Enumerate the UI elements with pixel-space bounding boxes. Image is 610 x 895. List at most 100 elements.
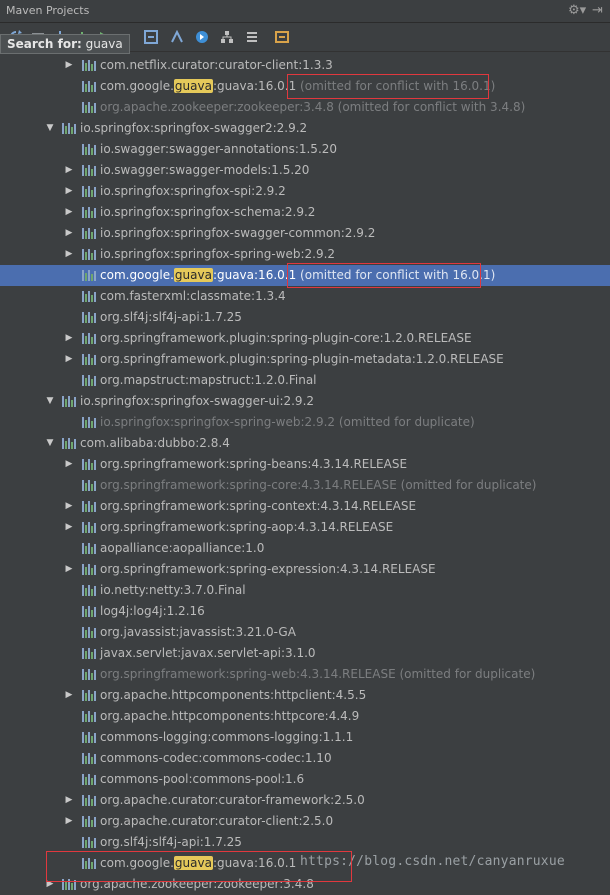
tree-node[interactable]: org.springframework:spring-web:4.3.14.RE… xyxy=(0,664,610,685)
collapse-all-icon[interactable] xyxy=(244,29,260,45)
tree-node[interactable]: commons-codec:commons-codec:1.10 xyxy=(0,748,610,769)
chevron-down-icon[interactable]: ▼ xyxy=(44,433,56,454)
tree-node-label: org.springframework:spring-web:4.3.14.RE… xyxy=(100,667,536,681)
library-icon xyxy=(82,585,96,596)
tree-node[interactable]: org.springframework:spring-core:4.3.14.R… xyxy=(0,475,610,496)
library-icon xyxy=(82,795,96,806)
tree-node-label: io.springfox:springfox-swagger-ui:2.9.2 xyxy=(80,394,315,408)
tree-node[interactable]: ▶ io.springfox:springfox-spring-web:2.9.2 xyxy=(0,244,610,265)
chevron-right-icon[interactable]: ▶ xyxy=(63,685,75,706)
search-query[interactable]: guava xyxy=(86,37,123,51)
tree-node[interactable]: ▶ com.netflix.curator:curator-client:1.3.… xyxy=(0,55,610,76)
tree-node-label: io.swagger:swagger-models:1.5.20 xyxy=(100,163,310,177)
tree-node-label: io.netty:netty:3.7.0.Final xyxy=(100,583,246,597)
tree-node[interactable]: org.slf4j:slf4j-api:1.7.25 xyxy=(0,832,610,853)
library-icon xyxy=(82,270,96,281)
chevron-right-icon[interactable]: ▶ xyxy=(63,454,75,475)
tree-node[interactable]: ▼ com.alibaba:dubbo:2.8.4 xyxy=(0,433,610,454)
tree-node[interactable]: io.swagger:swagger-annotations:1.5.20 xyxy=(0,139,610,160)
tree-node-label: io.springfox:springfox-spring-web:2.9.2 xyxy=(100,247,336,261)
chevron-right-icon[interactable]: ▶ xyxy=(63,181,75,202)
library-icon xyxy=(82,606,96,617)
chevron-right-icon[interactable]: ▶ xyxy=(63,244,75,265)
tree-node-label: io.swagger:swagger-annotations:1.5.20 xyxy=(100,142,338,156)
tree-node-label: org.mapstruct:mapstruct:1.2.0.Final xyxy=(100,373,317,387)
chevron-right-icon[interactable]: ▶ xyxy=(63,496,75,517)
library-icon xyxy=(82,858,96,869)
tree-node-label: org.apache.zookeeper:zookeeper:3.4.8 (om… xyxy=(100,100,526,114)
tree-node-label: org.springframework:spring-context:4.3.1… xyxy=(100,499,417,513)
tree-node[interactable]: io.netty:netty:3.7.0.Final xyxy=(0,580,610,601)
tree-node-label: io.springfox:springfox-spi:2.9.2 xyxy=(100,184,286,198)
chevron-right-icon[interactable]: ▶ xyxy=(63,202,75,223)
hide-icon[interactable]: ⇥ xyxy=(592,3,603,18)
chevron-down-icon[interactable]: ▼ xyxy=(44,391,56,412)
chevron-right-icon[interactable]: ▶ xyxy=(63,328,75,349)
tree-node-label: io.springfox:springfox-swagger-common:2.… xyxy=(100,226,376,240)
tree-node-label: org.apache.httpcomponents:httpcore:4.4.9 xyxy=(100,709,360,723)
search-match: guava xyxy=(173,856,213,870)
tree-node-label: com.netflix.curator:curator-client:1.3.3 xyxy=(100,58,333,72)
tree-node[interactable]: aopalliance:aopalliance:1.0 xyxy=(0,538,610,559)
tree-node[interactable]: ▶ org.springframework:spring-aop:4.3.14.R… xyxy=(0,517,610,538)
toggle-offline-icon[interactable] xyxy=(169,29,185,45)
tree-node-label: commons-logging:commons-logging:1.1.1 xyxy=(100,730,354,744)
tree-node[interactable]: ▼ io.springfox:springfox-swagger-ui:2.9.2 xyxy=(0,391,610,412)
chevron-right-icon[interactable]: ▶ xyxy=(63,517,75,538)
tree-node[interactable]: ▶ io.swagger:swagger-models:1.5.20 xyxy=(0,160,610,181)
tree-node-label: com.alibaba:dubbo:2.8.4 xyxy=(80,436,230,450)
library-icon xyxy=(82,669,96,680)
tree-node[interactable]: com.google.guava:guava:16.0.1 (omitted f… xyxy=(0,76,610,97)
tree-node-label: org.slf4j:slf4j-api:1.7.25 xyxy=(100,835,242,849)
tree-node[interactable]: ▶ org.apache.curator:curator-client:2.5.0 xyxy=(0,811,610,832)
library-icon xyxy=(82,165,96,176)
chevron-down-icon[interactable]: ▼ xyxy=(44,118,56,139)
tree-node[interactable]: ▶ org.springframework.plugin:spring-plugi… xyxy=(0,328,610,349)
tree-node-label: aopalliance:aopalliance:1.0 xyxy=(100,541,265,555)
tree-node[interactable]: org.slf4j:slf4j-api:1.7.25 xyxy=(0,307,610,328)
tree-node-label: org.springframework:spring-expression:4.… xyxy=(100,562,436,576)
tree-node[interactable]: com.google.guava:guava:16.0.1 (omitted f… xyxy=(0,265,610,286)
show-dependencies-icon[interactable] xyxy=(219,29,235,45)
chevron-right-icon[interactable]: ▶ xyxy=(63,349,75,370)
tree-node[interactable]: commons-logging:commons-logging:1.1.1 xyxy=(0,727,610,748)
library-icon xyxy=(82,144,96,155)
chevron-right-icon[interactable]: ▶ xyxy=(63,790,75,811)
tree-node-label: com.google.guava:guava:16.0.1 (omitted f… xyxy=(100,268,496,282)
tree-node[interactable]: log4j:log4j:1.2.16 xyxy=(0,601,610,622)
library-icon xyxy=(82,60,96,71)
tree-node[interactable]: com.fasterxml:classmate:1.3.4 xyxy=(0,286,610,307)
library-icon xyxy=(82,564,96,575)
speed-search-popup[interactable]: Search for: guava xyxy=(0,34,130,54)
tree-node[interactable]: ▶ org.apache.httpcomponents:httpclient:4.… xyxy=(0,685,610,706)
execute-goal-icon[interactable] xyxy=(143,29,159,45)
chevron-right-icon[interactable]: ▶ xyxy=(63,559,75,580)
settings-icon[interactable] xyxy=(274,29,290,45)
tree-node[interactable]: io.springfox:springfox-spring-web:2.9.2 … xyxy=(0,412,610,433)
tree-node[interactable]: commons-pool:commons-pool:1.6 xyxy=(0,769,610,790)
tree-node[interactable]: ▶ org.springframework:spring-context:4.3.… xyxy=(0,496,610,517)
tree-node-label: org.springframework.plugin:spring-plugin… xyxy=(100,331,472,345)
tree-node-label: org.slf4j:slf4j-api:1.7.25 xyxy=(100,310,242,324)
chevron-right-icon[interactable]: ▶ xyxy=(63,160,75,181)
chevron-right-icon[interactable]: ▶ xyxy=(63,811,75,832)
gear-icon[interactable]: ⚙▾ xyxy=(568,3,586,18)
library-icon xyxy=(82,753,96,764)
chevron-right-icon[interactable]: ▶ xyxy=(63,55,75,76)
tree-node[interactable]: ▶ org.apache.curator:curator-framework:2.… xyxy=(0,790,610,811)
tree-node[interactable]: ▶ org.springframework:spring-expression:4… xyxy=(0,559,610,580)
tree-node[interactable]: org.mapstruct:mapstruct:1.2.0.Final xyxy=(0,370,610,391)
tree-node[interactable]: ▶ io.springfox:springfox-spi:2.9.2 xyxy=(0,181,610,202)
tree-node[interactable]: javax.servlet:javax.servlet-api:3.1.0 xyxy=(0,643,610,664)
tree-node[interactable]: ▶ io.springfox:springfox-swagger-common:2… xyxy=(0,223,610,244)
tree-node[interactable]: ▶ org.springframework.plugin:spring-plugi… xyxy=(0,349,610,370)
lifecycle-icon[interactable] xyxy=(194,29,210,45)
chevron-right-icon[interactable]: ▶ xyxy=(63,223,75,244)
tree-node[interactable]: org.apache.httpcomponents:httpcore:4.4.9 xyxy=(0,706,610,727)
library-icon xyxy=(82,417,96,428)
tree-node[interactable]: ▶ org.springframework:spring-beans:4.3.14… xyxy=(0,454,610,475)
tree-node[interactable]: org.apache.zookeeper:zookeeper:3.4.8 (om… xyxy=(0,97,610,118)
tree-node[interactable]: org.javassist:javassist:3.21.0-GA xyxy=(0,622,610,643)
tree-node[interactable]: ▶ io.springfox:springfox-schema:2.9.2 xyxy=(0,202,610,223)
tree-node[interactable]: ▼ io.springfox:springfox-swagger2:2.9.2 xyxy=(0,118,610,139)
